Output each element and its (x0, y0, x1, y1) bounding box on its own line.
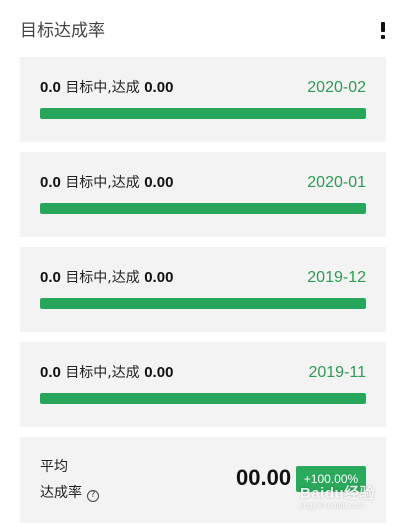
card-month: 2020-01 (307, 174, 366, 191)
card-summary-text: 目标中,达成 (65, 175, 140, 191)
progress-fill (40, 108, 366, 119)
header: 目标达成率 (20, 18, 388, 44)
actual-value: 0.0 (40, 364, 61, 381)
card-summary-text: 目标中,达成 (65, 270, 140, 286)
card-summary-text: 目标中,达成 (65, 365, 140, 381)
month-card: 0.0 目标中,达成 0.00 2020-01 (20, 152, 386, 237)
card-month: 2020-02 (307, 79, 366, 96)
average-card: 平均 达成率? 00.00 +100.00% (20, 437, 386, 523)
actual-value: 0.0 (40, 269, 61, 286)
card-summary-text: 目标中,达成 (65, 80, 140, 96)
question-circle-icon[interactable]: ? (87, 490, 99, 502)
month-card: 0.0 目标中,达成 0.00 2019-12 (20, 247, 386, 332)
goal-value: 0.00 (144, 364, 174, 381)
watermark: Baidu经验 jingyan.baidu.com (300, 482, 375, 510)
progress-track (40, 203, 366, 214)
actual-value: 0.0 (40, 174, 61, 191)
card-month: 2019-11 (308, 364, 366, 381)
rate-label-text: 达成率 (40, 485, 82, 501)
average-label: 平均 (40, 459, 68, 475)
goal-value: 0.00 (144, 269, 174, 286)
progress-track (40, 393, 366, 404)
progress-track (40, 108, 366, 119)
month-card: 0.0 目标中,达成 0.00 2019-11 (20, 342, 386, 427)
rate-label: 达成率? (40, 483, 99, 503)
page-title: 目标达成率 (20, 21, 105, 41)
goal-value: 0.00 (144, 174, 174, 191)
progress-fill (40, 393, 366, 404)
card-month: 2019-12 (307, 269, 366, 286)
watermark-text: Baidu经验 (300, 485, 376, 502)
exclamation-icon[interactable] (380, 22, 386, 40)
watermark-sub: jingyan.baidu.com (300, 501, 365, 510)
card-summary: 0.0 目标中,达成 0.00 (40, 363, 173, 383)
average-value: 00.00 (236, 465, 292, 490)
actual-value: 0.0 (40, 79, 61, 96)
card-summary: 0.0 目标中,达成 0.00 (40, 268, 173, 288)
card-summary: 0.0 目标中,达成 0.00 (40, 173, 173, 193)
month-card: 0.0 目标中,达成 0.00 2020-02 (20, 57, 386, 142)
progress-track (40, 298, 366, 309)
goal-value: 0.00 (144, 79, 174, 96)
card-summary: 0.0 目标中,达成 0.00 (40, 78, 173, 98)
progress-fill (40, 298, 366, 309)
progress-fill (40, 203, 366, 214)
